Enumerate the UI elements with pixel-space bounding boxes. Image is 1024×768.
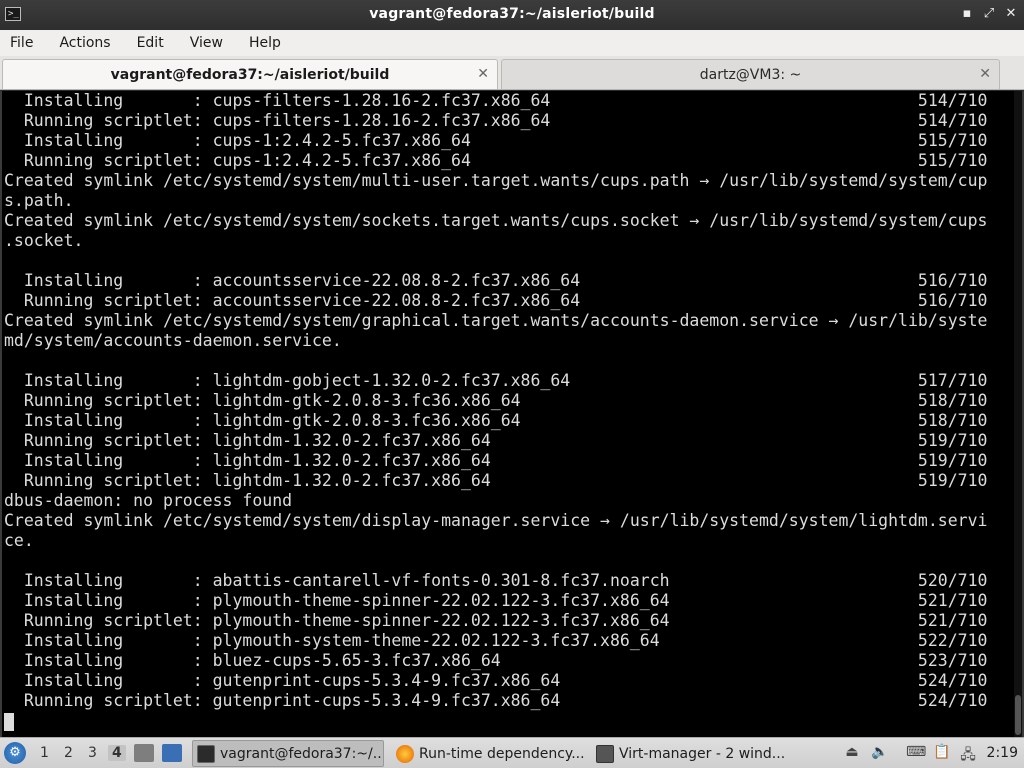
minimize-icon[interactable]: ▪ xyxy=(960,6,974,21)
tab-label: vagrant@fedora37:~/aisleriot/build xyxy=(110,66,390,83)
terminal-line: Running scriptlet: gutenprint-cups-5.3.4… xyxy=(4,691,988,710)
terminal-line: Installing : lightdm-gobject-1.32.0-2.fc… xyxy=(4,371,988,390)
terminal-line: Installing : cups-1:2.4.2-5.fc37.x86_64 … xyxy=(4,131,988,150)
virt-manager-icon xyxy=(596,744,614,763)
volume-icon[interactable]: 🔈 xyxy=(870,744,890,764)
clock: 2:19 xyxy=(986,745,1018,761)
firefox-icon xyxy=(396,744,414,763)
terminal-line: md/system/accounts-daemon.service. xyxy=(4,331,342,350)
workspace-2[interactable]: 2 xyxy=(64,745,73,761)
task-terminal[interactable]: vagrant@fedora37:~/... xyxy=(192,740,384,767)
terminal-line: Installing : gutenprint-cups-5.3.4-9.fc3… xyxy=(4,671,988,690)
terminal-line: Installing : cups-filters-1.28.16-2.fc37… xyxy=(4,91,988,110)
terminal-cursor xyxy=(4,713,14,731)
terminal-line: Running scriptlet: lightdm-1.32.0-2.fc37… xyxy=(4,471,988,490)
start-menu-icon[interactable]: ⚙ xyxy=(4,742,26,764)
workspace-1[interactable]: 1 xyxy=(40,745,49,761)
taskbar: ⚙ 1 2 3 4 vagrant@fedora37:~/... Run-tim… xyxy=(0,737,1024,768)
terminal-icon xyxy=(197,744,215,763)
terminal-line: Created symlink /etc/systemd/system/grap… xyxy=(4,311,988,330)
terminal-line: Installing : bluez-cups-5.65-3.fc37.x86_… xyxy=(4,651,988,670)
terminal-line: Created symlink /etc/systemd/system/sock… xyxy=(4,211,988,230)
task-firefox[interactable]: Run-time dependency... xyxy=(392,740,588,767)
close-icon[interactable]: ✕ xyxy=(979,66,991,82)
terminal-output: Installing : cups-filters-1.28.16-2.fc37… xyxy=(4,91,1004,711)
eject-icon[interactable]: ⏏ xyxy=(842,744,862,764)
terminal-line: Installing : plymouth-theme-spinner-22.0… xyxy=(4,591,988,610)
scrollbar-thumb[interactable] xyxy=(1015,695,1021,735)
terminal-line: Running scriptlet: accountsservice-22.08… xyxy=(4,291,988,310)
menu-file[interactable]: File xyxy=(10,35,33,51)
menu-view[interactable]: View xyxy=(190,35,223,51)
terminal-line: Running scriptlet: cups-filters-1.28.16-… xyxy=(4,111,988,130)
terminal-line: Running scriptlet: lightdm-gtk-2.0.8-3.f… xyxy=(4,391,988,410)
clipboard-icon[interactable]: 📋 xyxy=(932,744,952,764)
monitor-icon[interactable] xyxy=(162,744,182,762)
tab-dartz[interactable]: dartz@VM3: ~ ✕ xyxy=(501,59,1000,89)
menu-bar: File Actions Edit View Help xyxy=(0,30,1024,56)
terminal-line: s.path. xyxy=(4,191,74,210)
terminal-line: Installing : plymouth-system-theme-22.02… xyxy=(4,631,988,650)
tab-bar: vagrant@fedora37:~/aisleriot/build ✕ dar… xyxy=(0,56,1024,90)
terminal-area[interactable]: Installing : cups-filters-1.28.16-2.fc37… xyxy=(0,91,1024,737)
terminal-scrollbar[interactable] xyxy=(1014,91,1022,737)
tab-label: dartz@VM3: ~ xyxy=(699,66,802,83)
terminal-line: Running scriptlet: plymouth-theme-spinne… xyxy=(4,611,988,630)
terminal-line: Installing : lightdm-gtk-2.0.8-3.fc36.x8… xyxy=(4,411,988,430)
keyboard-icon[interactable]: ⌨ xyxy=(906,744,926,764)
terminal-line: .socket. xyxy=(4,231,84,250)
terminal-line: Created symlink /etc/systemd/system/mult… xyxy=(4,171,988,190)
task-label: Virt-manager - 2 wind... xyxy=(619,745,786,762)
task-virt-manager[interactable]: Virt-manager - 2 wind... xyxy=(592,740,788,767)
maximize-icon[interactable]: ⤢ xyxy=(982,6,996,21)
workspace-3[interactable]: 3 xyxy=(88,745,97,761)
network-icon[interactable]: 🖧 xyxy=(958,744,978,764)
window-title: vagrant@fedora37:~/aisleriot/build xyxy=(369,6,655,22)
terminal-line: dbus-daemon: no process found xyxy=(4,491,293,510)
folder-icon[interactable] xyxy=(134,744,154,762)
terminal-line: Installing : lightdm-1.32.0-2.fc37.x86_6… xyxy=(4,451,988,470)
task-label: Run-time dependency... xyxy=(419,745,585,762)
menu-actions[interactable]: Actions xyxy=(59,35,110,51)
close-icon[interactable]: ✕ xyxy=(1004,6,1018,21)
terminal-line: Running scriptlet: cups-1:2.4.2-5.fc37.x… xyxy=(4,151,988,170)
menu-help[interactable]: Help xyxy=(249,35,281,51)
close-icon[interactable]: ✕ xyxy=(477,66,489,82)
window-titlebar[interactable]: >_ vagrant@fedora37:~/aisleriot/build ▪ … xyxy=(0,0,1024,30)
terminal-line: ce. xyxy=(4,531,34,550)
terminal-line: Installing : accountsservice-22.08.8-2.f… xyxy=(4,271,988,290)
terminal-line: Created symlink /etc/systemd/system/disp… xyxy=(4,511,988,530)
task-label: vagrant@fedora37:~/... xyxy=(220,745,384,762)
tab-vagrant[interactable]: vagrant@fedora37:~/aisleriot/build ✕ xyxy=(2,59,498,89)
terminal-line: Installing : abattis-cantarell-vf-fonts-… xyxy=(4,571,988,590)
terminal-line: Running scriptlet: lightdm-1.32.0-2.fc37… xyxy=(4,431,988,450)
menu-edit[interactable]: Edit xyxy=(137,35,164,51)
workspace-4[interactable]: 4 xyxy=(108,745,126,761)
